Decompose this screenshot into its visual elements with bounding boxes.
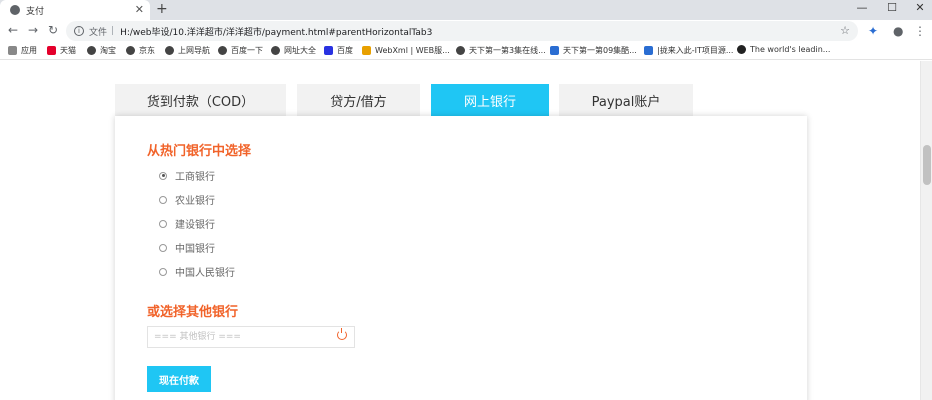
bank-label: 中国人民银行: [175, 268, 235, 279]
url-scheme-label: 文件: [89, 27, 108, 38]
globe-icon: [456, 46, 465, 55]
profile-icon[interactable]: ●: [893, 24, 903, 38]
bank-option-pboc[interactable]: 中国人民银行: [159, 264, 235, 279]
bookmarks-bar: 应用 天猫 淘宝 京东 上网导航 百度一下 网址大全 百度 WebXml | W…: [0, 42, 932, 60]
tab-paypal[interactable]: Paypal账户: [559, 84, 693, 116]
url-separator: |: [111, 26, 115, 36]
bank-label: 建设银行: [175, 220, 215, 231]
back-icon[interactable]: ←: [6, 23, 20, 37]
bookmark-episode-9[interactable]: 天下第一第09集酷...: [550, 45, 637, 56]
bookmark-jd[interactable]: 京东: [126, 45, 155, 56]
bookmark-apps[interactable]: 应用: [8, 45, 37, 56]
radio-button[interactable]: [159, 267, 167, 276]
bookmark-taobao[interactable]: 淘宝: [87, 45, 116, 56]
phone-icon: [644, 46, 653, 55]
site-icon: [550, 46, 559, 55]
globe-icon: [218, 46, 227, 55]
page-viewport: 货到付款（COD） 贷方/借方 网上银行 Paypal账户 从热门银行中选择 工…: [0, 61, 920, 400]
radio-button[interactable]: [159, 243, 167, 252]
other-banks-title: 或选择其他银行: [147, 305, 239, 320]
tmall-icon: [47, 46, 56, 55]
browser-tab-title: 支付: [26, 6, 45, 17]
bank-label: 工商银行: [175, 172, 215, 183]
bookmark-tmall[interactable]: 天猫: [47, 45, 76, 56]
extension-icon[interactable]: ✦: [868, 24, 878, 38]
browser-tab-strip: 支付 ✕ + — ☐ ✕: [0, 0, 932, 20]
bank-option-boc[interactable]: 中国银行: [159, 240, 215, 255]
power-icon: [337, 328, 347, 340]
bank-option-ccb[interactable]: 建设银行: [159, 216, 215, 231]
baidu-paw-icon: [324, 46, 333, 55]
tab-credit-debit[interactable]: 贷方/借方: [297, 84, 420, 116]
browser-toolbar: ← → ↻ i 文件 | H:/web毕设/10.洋洋超市/洋洋超市/payme…: [0, 20, 932, 42]
globe-icon: [271, 46, 280, 55]
bookmark-nav[interactable]: 上网导航: [165, 45, 210, 56]
payment-panel: 从热门银行中选择 工商银行 农业银行 建设银行 中国银行 中国人民银行 或选择其…: [115, 116, 807, 400]
tab-cod[interactable]: 货到付款（COD）: [115, 84, 286, 116]
bookmark-github[interactable]: The world's leadin...: [737, 45, 830, 54]
globe-icon: [10, 5, 20, 15]
globe-icon: [87, 46, 96, 55]
tab-online-banking[interactable]: 网上银行: [431, 84, 549, 116]
bookmark-star-icon[interactable]: ☆: [840, 24, 850, 37]
github-icon: [737, 45, 746, 54]
webxml-icon: [362, 46, 371, 55]
reload-icon[interactable]: ↻: [46, 23, 60, 37]
radio-button[interactable]: [159, 219, 167, 228]
other-bank-input[interactable]: [147, 326, 355, 348]
popular-banks-title: 从热门银行中选择: [147, 144, 252, 159]
forward-icon[interactable]: →: [26, 23, 40, 37]
info-icon[interactable]: i: [74, 26, 84, 36]
bookmark-baidu-search[interactable]: 百度一下: [218, 45, 263, 56]
apps-icon: [8, 46, 17, 55]
bookmark-it-source[interactable]: |拢来入此-IT项目源...: [644, 45, 733, 56]
window-close-icon[interactable]: ✕: [900, 1, 932, 14]
bank-label: 农业银行: [175, 196, 215, 207]
radio-button[interactable]: [159, 195, 167, 204]
bank-label: 中国银行: [175, 244, 215, 255]
pay-now-button[interactable]: 现在付款: [147, 366, 211, 392]
bookmark-baidu[interactable]: 百度: [324, 45, 353, 56]
scrollbar-thumb[interactable]: [923, 145, 931, 185]
close-icon[interactable]: ✕: [135, 3, 144, 16]
radio-button[interactable]: [159, 171, 167, 180]
new-tab-button[interactable]: +: [156, 1, 168, 17]
browser-tab[interactable]: 支付 ✕: [0, 0, 150, 20]
address-bar[interactable]: i 文件 | H:/web毕设/10.洋洋超市/洋洋超市/payment.htm…: [66, 21, 858, 41]
bookmark-episode-3[interactable]: 天下第一第3集在线...: [456, 45, 546, 56]
globe-icon: [165, 46, 174, 55]
bookmark-webxml[interactable]: WebXml | WEB服...: [362, 45, 450, 56]
scrollbar[interactable]: [920, 61, 932, 400]
bank-option-abc[interactable]: 农业银行: [159, 192, 215, 207]
globe-icon: [126, 46, 135, 55]
bookmark-directory[interactable]: 网址大全: [271, 45, 316, 56]
menu-icon[interactable]: ⋮: [914, 24, 926, 38]
url-text[interactable]: H:/web毕设/10.洋洋超市/洋洋超市/payment.html#paren…: [120, 25, 432, 38]
bank-option-icbc[interactable]: 工商银行: [159, 168, 215, 183]
